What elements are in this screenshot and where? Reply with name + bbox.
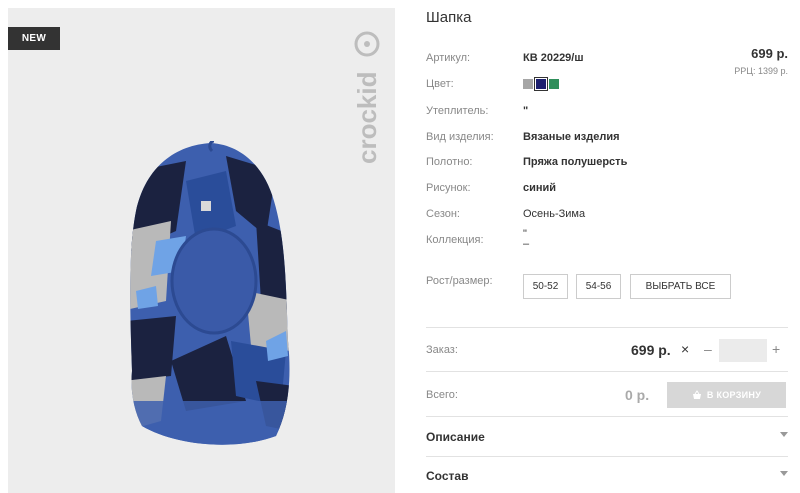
fabric-value: Пряжа полушерсть — [523, 156, 628, 168]
product-photo[interactable] — [116, 141, 296, 456]
color-swatch-grey[interactable] — [523, 79, 533, 89]
quantity-increase-button[interactable]: + — [772, 341, 780, 357]
size-option-54-56[interactable]: 54-56 — [576, 274, 621, 299]
type-value: Вязаные изделия — [523, 131, 620, 143]
balaclava-image — [130, 141, 290, 445]
add-to-cart-button[interactable]: В КОРЗИНУ — [667, 382, 786, 408]
total-value: 0 р. — [625, 387, 650, 403]
insulation-value: " — [523, 105, 529, 117]
product-price: 699 р. — [751, 46, 788, 61]
basket-icon — [692, 390, 701, 399]
collection-label: Коллекция: — [426, 234, 484, 246]
product-info: Шапка 699 р. РРЦ: 1399 р. Артикул: КВ 20… — [426, 0, 788, 493]
season-value: Осень-Зима — [523, 208, 586, 220]
type-label: Вид изделия: — [426, 131, 494, 143]
total-label: Всего: — [426, 389, 458, 401]
product-title: Шапка — [426, 9, 472, 26]
divider — [426, 456, 788, 457]
color-swatch-green[interactable] — [549, 79, 559, 89]
size-label: Рост/размер: — [426, 275, 493, 287]
article-value: КВ 20229/ш — [523, 52, 584, 64]
brand-logo: crockid — [352, 26, 382, 166]
color-swatches — [523, 77, 559, 91]
size-option-50-52[interactable]: 50-52 — [523, 274, 568, 299]
season-label: Сезон: — [426, 208, 460, 220]
color-label: Цвет: — [426, 78, 454, 90]
pattern-value: синий — [523, 182, 557, 194]
order-price: 699 р. — [631, 342, 671, 358]
multiply-icon: × — [681, 341, 690, 357]
svg-text:crockid: crockid — [352, 72, 382, 165]
chevron-down-icon — [780, 432, 788, 437]
select-all-sizes-button[interactable]: ВЫБРАТЬ ВСЕ — [630, 274, 731, 299]
divider — [426, 371, 788, 372]
accordion-composition[interactable]: Состав — [426, 467, 788, 487]
accordion-composition-title: Состав — [426, 469, 469, 483]
order-label: Заказ: — [426, 344, 458, 356]
add-to-cart-label: В КОРЗИНУ — [706, 390, 762, 400]
product-rrp: РРЦ: 1399 р. — [734, 66, 788, 76]
accordion-description-title: Описание — [426, 430, 485, 444]
accordion-description[interactable]: Описание — [426, 428, 788, 448]
fabric-label: Полотно: — [426, 156, 473, 168]
brand-logo-graphic: crockid — [352, 31, 382, 165]
new-badge: NEW — [8, 27, 60, 50]
article-label: Артикул: — [426, 52, 471, 64]
divider — [426, 416, 788, 417]
pattern-label: Рисунок: — [426, 182, 471, 194]
insulation-label: Утеплитель: — [426, 105, 489, 117]
collection-value-2: – — [523, 238, 530, 250]
color-swatch-navy[interactable] — [534, 77, 548, 91]
quantity-input[interactable] — [719, 339, 767, 362]
divider — [426, 327, 788, 328]
product-gallery: NEW crockid — [8, 8, 395, 493]
chevron-down-icon — [780, 471, 788, 476]
quantity-decrease-button[interactable]: – — [704, 341, 712, 357]
